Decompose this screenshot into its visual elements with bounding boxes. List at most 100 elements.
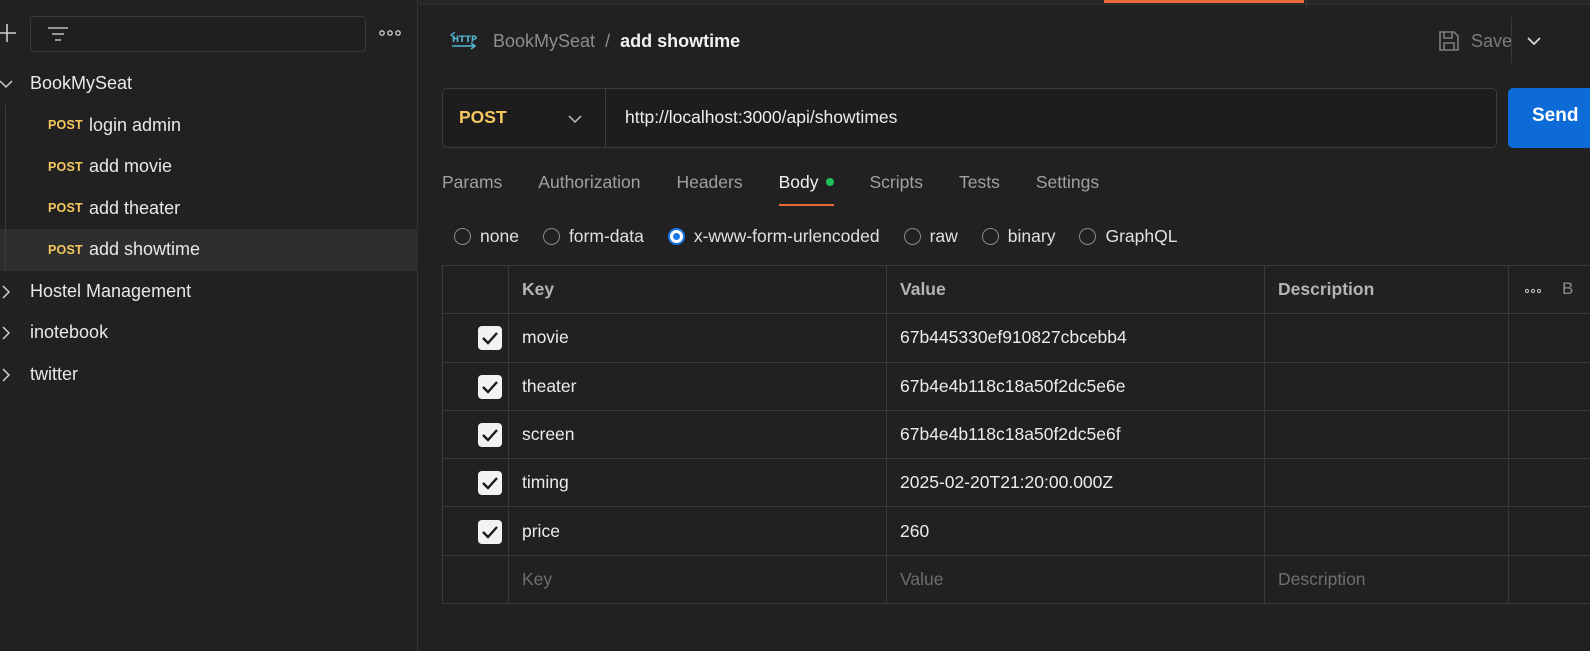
check-icon	[482, 332, 498, 346]
svg-text:HTTP: HTTP	[452, 35, 477, 45]
body-option-graphql[interactable]: GraphQL	[1079, 226, 1177, 247]
description-cell[interactable]	[1265, 459, 1509, 507]
chevron-down-icon[interactable]	[1525, 32, 1543, 50]
value-cell[interactable]: 67b445330ef910827cbcebb4	[887, 314, 1265, 362]
key-cell[interactable]: price	[509, 507, 887, 555]
app-window: BookMySeat POST login admin POST add mov…	[0, 0, 1590, 651]
row-actions-cell	[1509, 314, 1590, 361]
body-option-binary[interactable]: binary	[981, 226, 1055, 247]
collection-inotebook[interactable]: inotebook	[0, 312, 418, 354]
collection-name: inotebook	[30, 322, 109, 343]
sidebar-filter-input[interactable]	[30, 16, 366, 52]
tab-headers[interactable]: Headers	[676, 170, 742, 208]
request-item[interactable]: POST add movie	[0, 146, 418, 188]
table-row: timing 2025-02-20T21:20:00.000Z	[443, 459, 1590, 508]
more-icon[interactable]	[376, 22, 404, 44]
tab-label: Params	[442, 172, 503, 192]
request-panel: HTTP BookMySeat / add showtime Save POST	[419, 0, 1590, 651]
tab-params[interactable]: Params	[442, 170, 502, 208]
table-row: screen 67b4e4b118c18a50f2dc5e6f	[443, 410, 1590, 460]
body-option-none[interactable]: none	[454, 226, 519, 247]
key-cell[interactable]: theater	[509, 362, 887, 410]
value-cell[interactable]: 260	[887, 507, 1265, 555]
chevron-down-icon	[568, 115, 582, 124]
body-option-raw[interactable]: raw	[903, 225, 958, 247]
value-input[interactable]: Value	[887, 555, 1265, 605]
body-type-options: none form-data x-www-form-urlencoded raw…	[454, 224, 1201, 248]
tab-tests[interactable]: Tests	[959, 170, 1000, 208]
header-check-cell	[443, 266, 509, 314]
method-badge: POST	[48, 159, 83, 174]
request-item[interactable]: POST login admin	[0, 104, 418, 146]
tree-guide	[5, 104, 6, 146]
breadcrumb-parent[interactable]: BookMySeat	[493, 31, 595, 52]
check-icon	[482, 429, 498, 442]
row-actions-cell	[1509, 556, 1590, 604]
tab-settings[interactable]: Settings	[1036, 170, 1099, 208]
tab-scripts[interactable]: Scripts	[870, 170, 923, 208]
method-select[interactable]: POST	[443, 89, 606, 147]
key-value-table: Key Value Description B movie 67b445330e…	[442, 265, 1590, 605]
key-text: theater	[522, 375, 577, 396]
value-cell[interactable]: 67b4e4b118c18a50f2dc5e6e	[887, 362, 1265, 410]
radio-button[interactable]	[903, 227, 921, 245]
breadcrumb-current[interactable]: add showtime	[620, 31, 740, 52]
body-option-urlencoded[interactable]: x-www-form-urlencoded	[667, 226, 880, 247]
request-item-active[interactable]: POST add showtime	[0, 229, 418, 271]
table-row: price 260	[443, 507, 1590, 556]
description-input[interactable]: Description	[1265, 555, 1509, 605]
plus-icon[interactable]	[0, 20, 18, 46]
chevron-right-icon	[2, 367, 11, 382]
request-name: login admin	[89, 114, 182, 135]
request-item[interactable]: POST add theater	[0, 187, 418, 229]
value-text: 260	[900, 520, 930, 541]
method-value: POST	[459, 107, 507, 127]
save-button[interactable]: Save	[1437, 26, 1512, 56]
body-option-form-data[interactable]: form-data	[542, 226, 644, 247]
save-icon	[1439, 31, 1459, 51]
value-text: 67b4e4b118c18a50f2dc5e6e	[900, 375, 1126, 396]
row-checkbox[interactable]	[478, 471, 502, 496]
collection-bookmyseat[interactable]: BookMySeat	[0, 63, 418, 105]
key-cell[interactable]: movie	[509, 314, 887, 362]
tab-strip	[419, 0, 1590, 5]
description-cell[interactable]	[1265, 314, 1509, 362]
radio-button[interactable]	[1079, 227, 1097, 245]
bulk-edit-link[interactable]: B	[1562, 279, 1573, 299]
radio-button[interactable]	[542, 227, 560, 245]
collection-hostel-management[interactable]: Hostel Management	[0, 271, 418, 313]
url-input[interactable]	[625, 107, 1485, 128]
key-cell[interactable]: screen	[509, 410, 887, 459]
header-description: Description	[1265, 266, 1509, 314]
request-tabs: Params Authorization Headers Body Script…	[442, 170, 1135, 208]
method-badge: POST	[48, 201, 83, 216]
key-input[interactable]: Key	[509, 555, 887, 605]
tab-label: Authorization	[538, 172, 641, 192]
check-icon	[482, 380, 498, 394]
radio-button-selected[interactable]	[667, 227, 685, 245]
tab-authorization[interactable]: Authorization	[538, 170, 640, 208]
send-button[interactable]: Send	[1508, 88, 1590, 148]
key-cell[interactable]: timing	[509, 459, 887, 507]
description-cell[interactable]	[1265, 410, 1509, 459]
description-cell[interactable]	[1265, 362, 1509, 410]
send-label: Send	[1532, 105, 1579, 126]
tab-body[interactable]: Body	[778, 170, 834, 208]
tab-label: Headers	[676, 172, 743, 192]
row-checkbox[interactable]	[478, 519, 502, 544]
description-placeholder: Description	[1278, 568, 1366, 589]
row-checkbox[interactable]	[478, 374, 502, 399]
option-label: GraphQL	[1105, 225, 1178, 246]
row-actions-cell	[1509, 459, 1590, 506]
option-label: raw	[929, 225, 958, 246]
more-icon[interactable]	[1523, 281, 1543, 301]
row-checkbox[interactable]	[478, 326, 502, 351]
radio-button[interactable]	[981, 227, 999, 245]
value-cell[interactable]: 2025-02-20T21:20:00.000Z	[887, 459, 1265, 507]
collection-tree: BookMySeat POST login admin POST add mov…	[0, 63, 418, 395]
row-checkbox[interactable]	[478, 422, 502, 447]
value-cell[interactable]: 67b4e4b118c18a50f2dc5e6f	[887, 410, 1265, 459]
radio-button[interactable]	[454, 227, 471, 245]
collection-twitter[interactable]: twitter	[0, 354, 418, 396]
description-cell[interactable]	[1265, 507, 1509, 555]
